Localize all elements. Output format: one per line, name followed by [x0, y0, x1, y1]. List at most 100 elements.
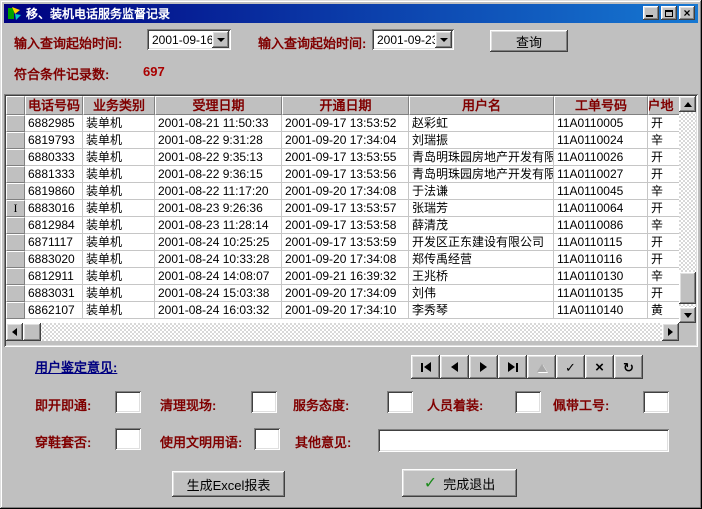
window-title: 移、装机电话服务监督记录	[26, 5, 170, 22]
cell-biz-type: 装单机	[83, 302, 155, 319]
cell-order-no: 11A0110086	[554, 217, 648, 234]
field-polite-language-label: 使用文明用语:	[160, 432, 242, 451]
excel-report-button[interactable]: 生成Excel报表	[172, 471, 285, 497]
cell-open-date: 2001-09-20 17:34:09	[282, 285, 409, 302]
table-row[interactable]: 6812984 装单机 2001-08-23 11:28:14 2001-09-…	[6, 217, 679, 234]
table-row[interactable]: 6819860 装单机 2001-08-22 11:17:20 2001-09-…	[6, 183, 679, 200]
col-header-accept-date[interactable]: 受理日期	[155, 96, 282, 115]
nav-post-button[interactable]: ✓	[556, 355, 585, 379]
shoe-cover-input[interactable]	[115, 428, 141, 450]
table-row[interactable]: 6880333 装单机 2001-08-22 9:35:13 2001-09-1…	[6, 149, 679, 166]
row-selector[interactable]	[6, 115, 25, 132]
cell-user-name: 李秀琴	[409, 302, 554, 319]
table-row[interactable]: 6882985 装单机 2001-08-21 11:50:33 2001-09-…	[6, 115, 679, 132]
row-selector[interactable]	[6, 166, 25, 183]
vertical-scrollbar[interactable]	[679, 96, 696, 323]
row-selector[interactable]	[6, 302, 25, 319]
field-uniform-label: 人员着装:	[427, 395, 483, 414]
row-selector[interactable]	[6, 183, 25, 200]
row-selector[interactable]	[6, 268, 25, 285]
row-selector[interactable]	[6, 149, 25, 166]
cell-open-date: 2001-09-21 16:39:32	[282, 268, 409, 285]
finish-exit-button[interactable]: ✓ 完成退出	[402, 469, 517, 497]
search-button[interactable]: 查询	[490, 30, 568, 52]
chevron-down-icon[interactable]	[212, 31, 229, 48]
cell-phone: 6812911	[25, 268, 83, 285]
cell-phone: 6819793	[25, 132, 83, 149]
table-row[interactable]: 6812911 装单机 2001-08-24 14:08:07 2001-09-…	[6, 268, 679, 285]
nav-refresh-button[interactable]: ↻	[614, 355, 643, 379]
polite-language-input[interactable]	[254, 428, 280, 450]
table-row[interactable]: 6883031 装单机 2001-08-24 15:03:38 2001-09-…	[6, 285, 679, 302]
col-header-user-name[interactable]: 用户名	[409, 96, 554, 115]
title-bar[interactable]: 移、装机电话服务监督记录 ×	[4, 4, 698, 23]
app-window: 移、装机电话服务监督记录 × 输入查询起始时间: 2001-09-16 输入查询…	[0, 0, 702, 509]
row-selector[interactable]: I	[6, 200, 25, 217]
cell-address: 辛	[648, 268, 679, 285]
minimize-button[interactable]	[643, 6, 659, 20]
start-date-value: 2001-09-16	[147, 33, 212, 47]
nav-last-button[interactable]	[498, 355, 527, 379]
cell-accept-date: 2001-08-24 10:33:28	[155, 251, 282, 268]
close-button[interactable]: ×	[679, 6, 695, 20]
start-date-combobox[interactable]: 2001-09-16	[147, 29, 231, 50]
row-selector[interactable]	[6, 285, 25, 302]
col-header-address[interactable]: 户地	[648, 96, 679, 115]
scroll-left-icon[interactable]	[6, 323, 23, 341]
cell-biz-type: 装单机	[83, 132, 155, 149]
nav-first-button[interactable]	[411, 355, 440, 379]
cell-phone: 6812984	[25, 217, 83, 234]
cell-address: 开	[648, 285, 679, 302]
field-badge-label: 佩带工号:	[553, 395, 609, 414]
row-selector[interactable]	[6, 251, 25, 268]
cell-address: 开	[648, 115, 679, 132]
service-attitude-input[interactable]	[387, 391, 413, 413]
col-header-phone[interactable]: 电话号码	[25, 96, 83, 115]
table-row[interactable]: 6881333 装单机 2001-08-22 9:36:15 2001-09-1…	[6, 166, 679, 183]
clean-site-input[interactable]	[251, 391, 277, 413]
table-row[interactable]: 6819793 装单机 2001-08-22 9:31:28 2001-09-2…	[6, 132, 679, 149]
col-header-order-no[interactable]: 工单号码	[554, 96, 648, 115]
nav-next-button[interactable]	[469, 355, 498, 379]
cell-user-name: 青岛明珠园房地产开发有限	[409, 166, 554, 183]
nav-edit-button[interactable]	[527, 355, 556, 379]
maximize-button[interactable]	[661, 6, 677, 20]
table-row[interactable]: 6883020 装单机 2001-08-24 10:33:28 2001-09-…	[6, 251, 679, 268]
records-grid: 电话号码 业务类别 受理日期 开通日期 用户名 工单号码 户地 6882985 …	[4, 94, 698, 347]
scroll-up-icon[interactable]	[679, 96, 696, 112]
horizontal-scrollbar[interactable]	[6, 323, 679, 341]
cell-address: 开	[648, 149, 679, 166]
cell-user-name: 刘伟	[409, 285, 554, 302]
table-row[interactable]: 6871117 装单机 2001-08-24 10:25:25 2001-09-…	[6, 234, 679, 251]
scroll-down-icon[interactable]	[679, 307, 696, 323]
chevron-down-icon[interactable]	[435, 31, 452, 48]
cell-accept-date: 2001-08-22 11:17:20	[155, 183, 282, 200]
row-selector[interactable]	[6, 234, 25, 251]
cell-user-name: 赵彩虹	[409, 115, 554, 132]
row-selector[interactable]	[6, 132, 25, 149]
cell-biz-type: 装单机	[83, 183, 155, 200]
nav-cancel-button[interactable]: ×	[585, 355, 614, 379]
finish-button-label: 完成退出	[443, 474, 495, 493]
instant-open-input[interactable]	[115, 391, 141, 413]
opinion-section-label[interactable]: 用户鉴定意见:	[35, 357, 117, 376]
cell-user-name: 王兆桥	[409, 268, 554, 285]
badge-input[interactable]	[643, 391, 669, 413]
table-row[interactable]: I 6883016 装单机 2001-08-23 9:26:36 2001-09…	[6, 200, 679, 217]
col-header-biz-type[interactable]: 业务类别	[83, 96, 155, 115]
horizontal-scroll-thumb[interactable]	[23, 323, 41, 341]
table-row[interactable]: 6862107 装单机 2001-08-24 16:03:32 2001-09-…	[6, 302, 679, 319]
end-date-combobox[interactable]: 2001-09-23	[372, 29, 454, 50]
other-opinion-input[interactable]	[378, 429, 669, 452]
col-header-open-date[interactable]: 开通日期	[282, 96, 409, 115]
cell-phone: 6871117	[25, 234, 83, 251]
prior-icon	[451, 362, 458, 372]
vertical-scroll-thumb[interactable]	[679, 272, 696, 304]
cell-phone: 6883020	[25, 251, 83, 268]
cell-order-no: 11A0110130	[554, 268, 648, 285]
row-selector[interactable]	[6, 217, 25, 234]
uniform-input[interactable]	[515, 391, 541, 413]
scroll-right-icon[interactable]	[662, 323, 679, 341]
nav-prior-button[interactable]	[440, 355, 469, 379]
edit-icon	[537, 359, 547, 372]
